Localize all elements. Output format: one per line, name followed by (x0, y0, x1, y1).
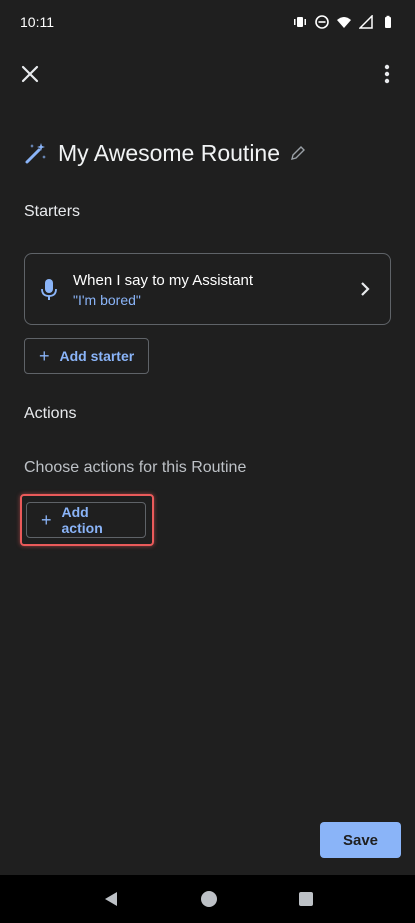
plus-icon: + (41, 510, 52, 530)
status-bar: 10:11 (0, 0, 415, 44)
battery-icon (385, 15, 391, 28)
routine-title: My Awesome Routine (58, 139, 281, 166)
plus-icon: + (39, 346, 50, 366)
do-not-disturb-icon (315, 15, 329, 29)
add-starter-label: Add starter (59, 348, 135, 364)
save-button[interactable]: Save (320, 822, 401, 858)
signal-icon (359, 15, 373, 29)
starter-card[interactable]: When I say to my Assistant "I'm bored" (24, 253, 391, 325)
wifi-icon (337, 17, 351, 28)
actions-helper-text: Choose actions for this Routine (24, 459, 247, 476)
routine-title-row: My Awesome Routine (24, 136, 306, 170)
starter-subtitle: "I'm bored" (73, 292, 141, 308)
starters-heading: Starters (24, 203, 81, 220)
status-icons (293, 15, 395, 29)
starter-title: When I say to my Assistant (73, 272, 254, 289)
top-app-bar (0, 56, 415, 92)
more-vert-icon (384, 64, 390, 84)
back-icon[interactable] (102, 890, 120, 908)
actions-heading: Actions (24, 405, 77, 422)
home-icon[interactable] (200, 890, 218, 908)
chevron-right-icon (361, 282, 370, 296)
magic-wand-icon (25, 143, 46, 164)
close-icon (21, 65, 39, 83)
add-action-button[interactable]: + Add action (26, 502, 146, 538)
more-options-button[interactable] (377, 60, 397, 88)
edit-pencil-icon[interactable] (290, 145, 306, 161)
add-action-label: Add action (61, 504, 103, 536)
add-starter-button[interactable]: + Add starter (24, 338, 150, 374)
system-navigation-bar (0, 875, 415, 923)
recents-icon[interactable] (298, 891, 314, 907)
vibrate-icon (294, 17, 306, 27)
close-button[interactable] (16, 60, 44, 88)
status-time: 10:11 (20, 14, 54, 30)
microphone-icon (41, 279, 57, 300)
